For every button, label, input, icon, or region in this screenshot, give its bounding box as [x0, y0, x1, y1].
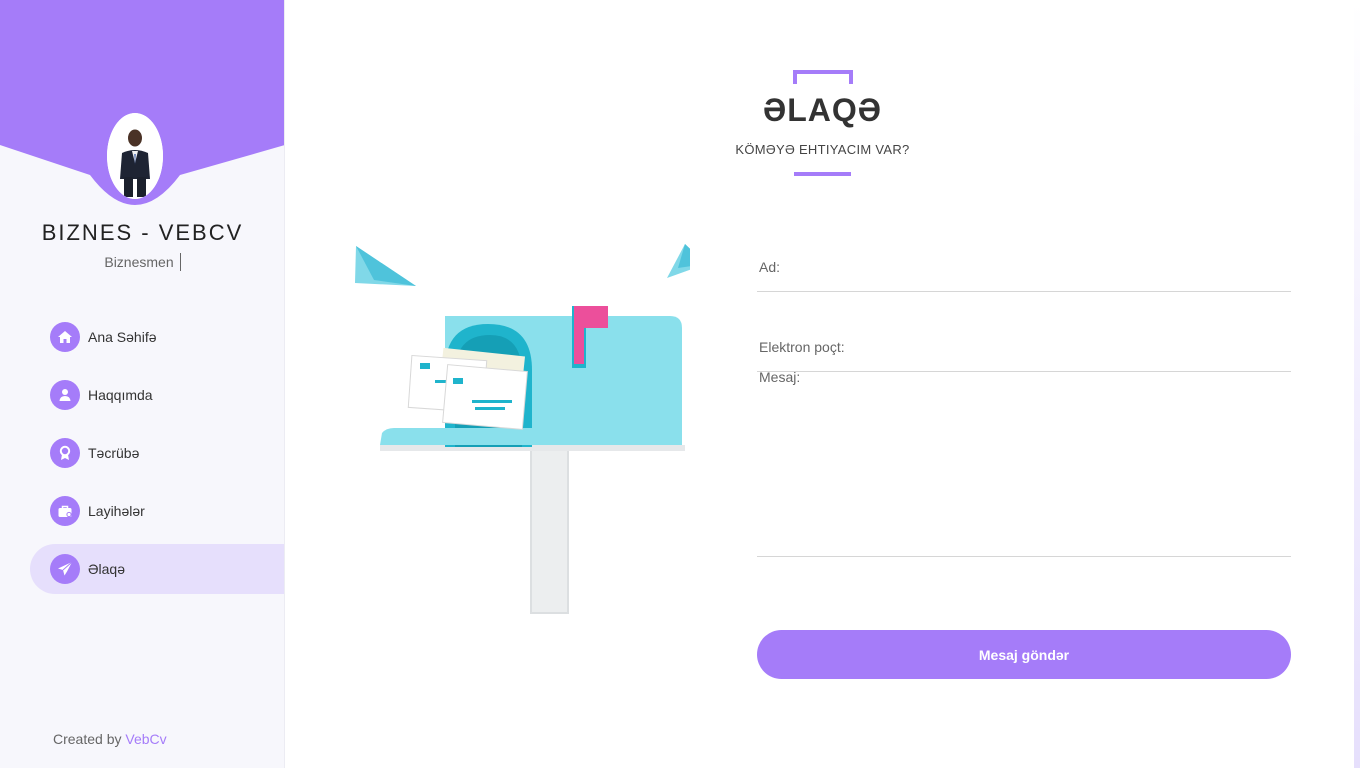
nav-item-label: Haqqımda — [88, 387, 153, 403]
brand-subtitle: Biznesmen — [0, 253, 284, 271]
briefcase-icon — [50, 496, 80, 526]
mailbox-illustration — [355, 244, 690, 614]
nav-item-contact[interactable]: Əlaqə — [30, 544, 284, 594]
footer-prefix: Created by — [53, 731, 122, 747]
name-field[interactable]: Ad: — [757, 240, 1291, 292]
email-field[interactable]: Elektron poçt: — [757, 320, 1291, 372]
award-icon — [50, 438, 80, 468]
nav-item-home[interactable]: Ana Səhifə — [30, 312, 284, 362]
footer-credit: Created by VebCv — [53, 731, 167, 747]
nav-item-experience[interactable]: Təcrübə — [30, 428, 284, 478]
contact-form: Ad: Elektron poçt: Mesaj: Mesaj göndər — [757, 240, 1292, 679]
title-bracket-bottom — [794, 172, 851, 176]
page-subtitle: KÖMƏYƏ EHTIYACIM VAR? — [735, 142, 910, 157]
main-content: ƏLAQƏ KÖMƏYƏ EHTIYACIM VAR? Ad: Elektron… — [285, 0, 1360, 768]
profile-photo — [107, 113, 163, 199]
message-field[interactable]: Mesaj: — [757, 369, 1291, 557]
paper-plane-left — [355, 246, 416, 286]
paper-plane-icon — [50, 554, 80, 584]
typing-cursor — [179, 253, 181, 271]
nav-item-label: Ana Səhifə — [88, 329, 157, 345]
home-icon — [50, 322, 80, 352]
paper-plane-right — [667, 244, 690, 278]
footer-link[interactable]: VebCv — [125, 731, 166, 747]
nav-item-projects[interactable]: Layihələr — [30, 486, 284, 536]
section-header: ƏLAQƏ KÖMƏYƏ EHTIYACIM VAR? — [725, 70, 920, 180]
user-icon — [50, 380, 80, 410]
letters — [407, 347, 528, 430]
sidebar: BIZNES - VEBCV Biznesmen Ana Səhifə Haqq… — [0, 0, 285, 768]
send-message-button[interactable]: Mesaj göndər — [757, 630, 1291, 679]
brand-title: BIZNES - VEBCV — [41, 220, 244, 245]
message-field-label: Mesaj: — [759, 369, 801, 385]
nav-item-label: Təcrübə — [88, 445, 140, 461]
nav-item-label: Layihələr — [88, 503, 145, 519]
title-bracket-top — [793, 70, 853, 84]
name-field-label: Ad: — [759, 259, 781, 275]
brand-subtitle-text: Biznesmen — [104, 254, 174, 270]
nav-item-about[interactable]: Haqqımda — [30, 370, 284, 420]
scrollbar[interactable] — [1354, 0, 1360, 768]
sidebar-nav: Ana Səhifə Haqqımda Təcrübə Layihələr Əl… — [30, 312, 284, 602]
avatar — [107, 113, 163, 199]
email-field-label: Elektron poçt: — [759, 339, 845, 355]
page-title: ƏLAQƏ — [762, 92, 882, 128]
nav-item-label: Əlaqə — [88, 561, 126, 577]
